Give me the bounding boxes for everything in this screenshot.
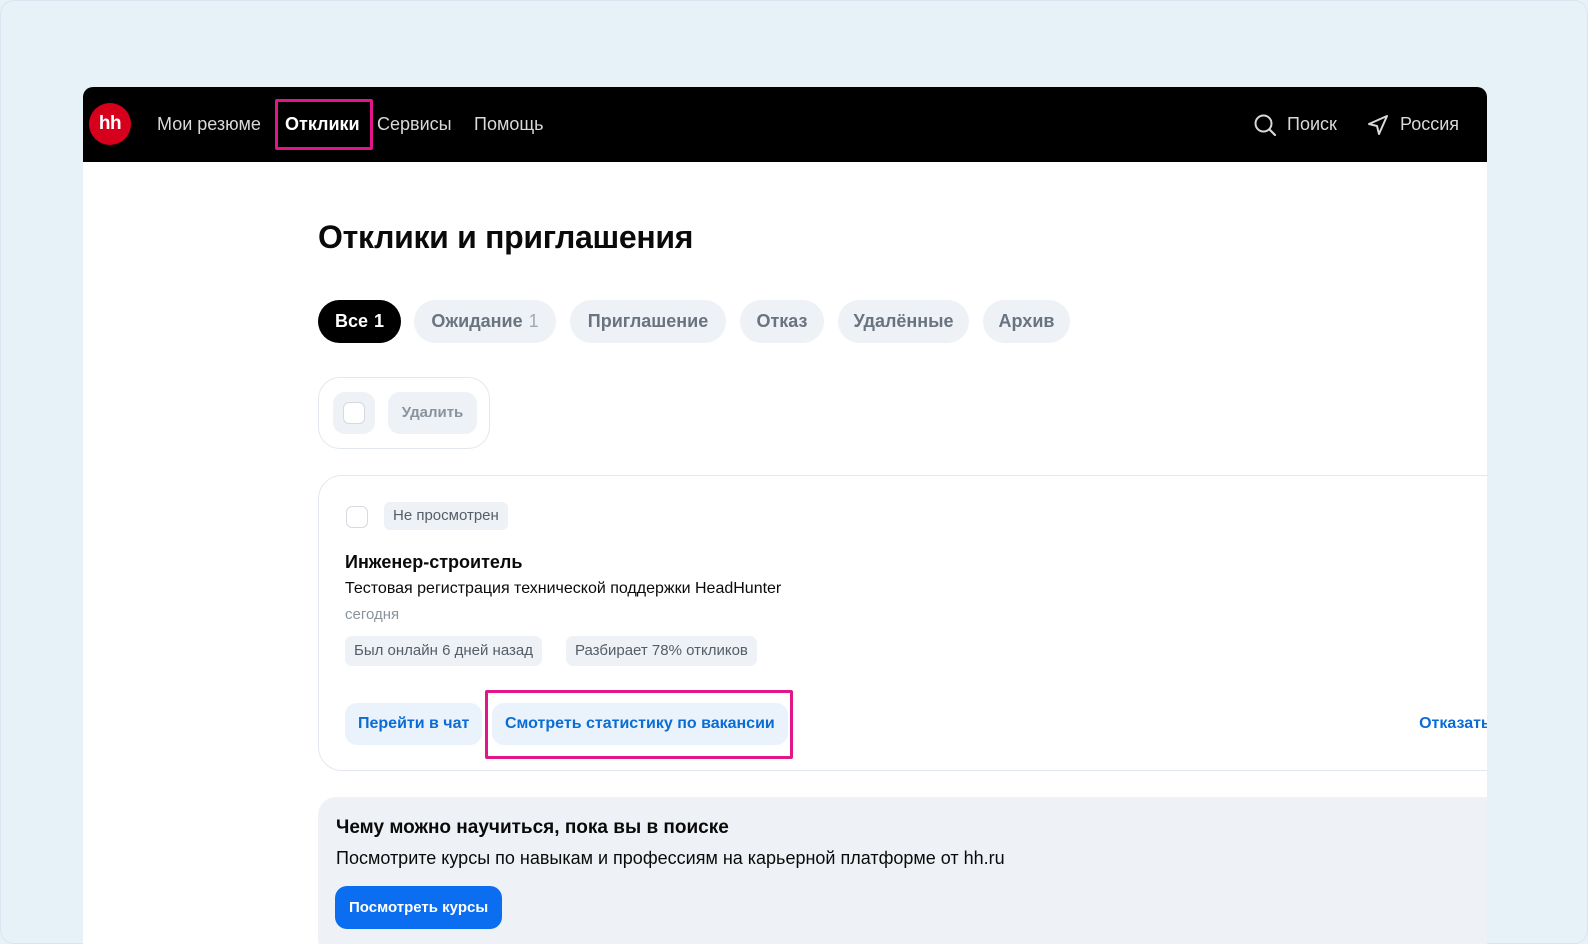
tab-count: 1 xyxy=(374,311,385,331)
tab-label: Ожидание xyxy=(431,311,523,331)
tab-deleted[interactable]: Удалённые xyxy=(838,300,969,343)
highlight-frame-stats xyxy=(485,690,793,759)
vacancy-title[interactable]: Инженер-строитель xyxy=(345,552,522,573)
top-navigation-bar: hh Мои резюме Отклики Сервисы Помощь Пои… xyxy=(83,87,1487,162)
browser-page: hh Мои резюме Отклики Сервисы Помощь Пои… xyxy=(83,87,1487,944)
tab-label: Удалённые xyxy=(853,311,954,331)
nav-help[interactable]: Помощь xyxy=(474,87,544,162)
search-icon xyxy=(1253,113,1277,137)
hh-logo[interactable]: hh xyxy=(89,103,131,145)
delete-selected-button[interactable]: Удалить xyxy=(388,392,477,434)
tab-waiting[interactable]: Ожидание 1 xyxy=(414,300,556,343)
tab-invitation[interactable]: Приглашение xyxy=(570,300,726,343)
promo-text: Посмотрите курсы по навыкам и профессиям… xyxy=(336,848,1005,868)
region-selector[interactable]: Россия xyxy=(1366,87,1459,162)
employer-online-chip: Был онлайн 6 дней назад xyxy=(345,636,542,666)
select-all-checkbox[interactable] xyxy=(343,402,365,424)
response-checkbox[interactable] xyxy=(346,506,368,528)
highlight-frame-responses xyxy=(275,99,373,150)
search-label: Поиск xyxy=(1287,114,1337,134)
nav-services[interactable]: Сервисы xyxy=(377,87,452,162)
tab-label: Все xyxy=(334,311,368,331)
employer-review-rate-chip: Разбирает 78% откликов xyxy=(566,636,757,666)
bulk-actions-bar: Удалить xyxy=(318,377,490,449)
tab-archive[interactable]: Архив xyxy=(983,300,1070,343)
search-link[interactable]: Поиск xyxy=(1253,87,1337,162)
tab-count: 1 xyxy=(528,311,539,331)
courses-promo-banner: Чему можно научиться, пока вы в поиске П… xyxy=(318,797,1487,944)
nav-my-resumes[interactable]: Мои резюме xyxy=(157,87,261,162)
select-all-checkbox-wrapper[interactable] xyxy=(333,392,375,434)
company-name[interactable]: Тестовая регистрация технической поддерж… xyxy=(345,580,781,598)
tab-rejection[interactable]: Отказ xyxy=(740,300,824,343)
location-arrow-icon xyxy=(1366,113,1390,137)
response-date: сегодня xyxy=(345,606,400,623)
view-courses-button[interactable]: Посмотреть курсы xyxy=(335,886,503,929)
response-card: Не просмотрен Инженер-строитель Тестовая… xyxy=(318,475,1487,771)
region-label: Россия xyxy=(1400,114,1460,134)
promo-title: Чему можно научиться, пока вы в поиске xyxy=(336,817,729,838)
decline-link[interactable]: Отказаться xyxy=(1419,703,1487,745)
tab-label: Отказ xyxy=(756,311,808,331)
tab-label: Архив xyxy=(998,311,1055,331)
tab-all[interactable]: Все 1 xyxy=(318,300,401,343)
status-badge: Не просмотрен xyxy=(384,502,508,530)
tab-label: Приглашение xyxy=(587,311,709,331)
page-title: Отклики и приглашения xyxy=(318,219,694,255)
go-to-chat-button[interactable]: Перейти в чат xyxy=(345,703,483,745)
